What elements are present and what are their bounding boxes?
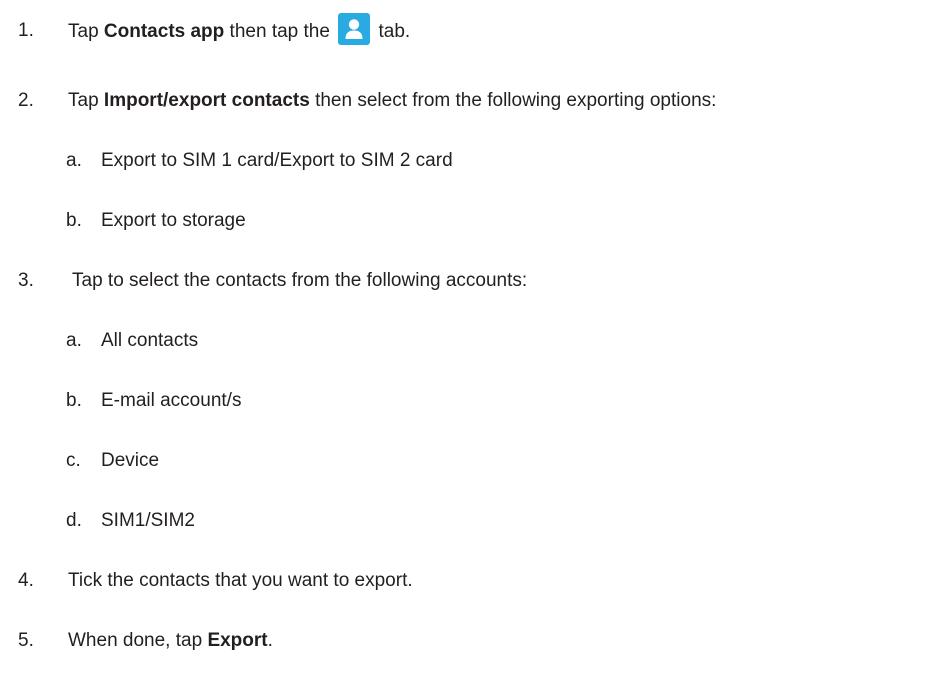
- subitem-text: Device: [101, 450, 160, 471]
- subitem-text: All contacts: [101, 330, 199, 351]
- step-text: tab.: [373, 21, 411, 43]
- step-number: 5.: [18, 630, 34, 651]
- step-text: Tap: [68, 90, 104, 111]
- step-text: then tap the: [224, 21, 336, 43]
- step-text: Tap: [68, 21, 104, 43]
- step-text: then select from the following exporting…: [309, 90, 717, 111]
- subitem-text: E-mail account/s: [101, 390, 242, 411]
- subitem-text: Export to storage: [101, 210, 246, 231]
- subitem-letter: a.: [66, 150, 82, 171]
- step-text: Tap to select the contacts from the foll…: [72, 270, 528, 291]
- subitem-letter: b.: [66, 210, 82, 231]
- step-number: 3.: [18, 270, 34, 291]
- step-text: When done, tap: [68, 630, 208, 651]
- step-bold-text: Export: [207, 630, 268, 651]
- subitem-letter: a.: [66, 330, 82, 351]
- step-text: .: [267, 630, 273, 651]
- subitem-letter: b.: [66, 390, 82, 411]
- subitem-letter: d.: [66, 510, 82, 531]
- step-bold-text: Import/export contacts: [103, 90, 310, 111]
- instruction-page: 1. Tap Contacts app then tap the tab. 2.…: [0, 0, 931, 696]
- contacts-person-icon: [338, 13, 371, 45]
- subitem-letter: c.: [66, 450, 81, 471]
- step-bold-text: Contacts app: [103, 21, 225, 43]
- step-number: 1.: [18, 20, 34, 41]
- step-number: 4.: [18, 570, 34, 591]
- step-text: Tick the contacts that you want to expor…: [68, 570, 413, 591]
- step-number: 2.: [18, 90, 34, 111]
- subitem-text: SIM1/SIM2: [101, 510, 195, 531]
- subitem-text: Export to SIM 1 card/Export to SIM 2 car…: [101, 150, 453, 171]
